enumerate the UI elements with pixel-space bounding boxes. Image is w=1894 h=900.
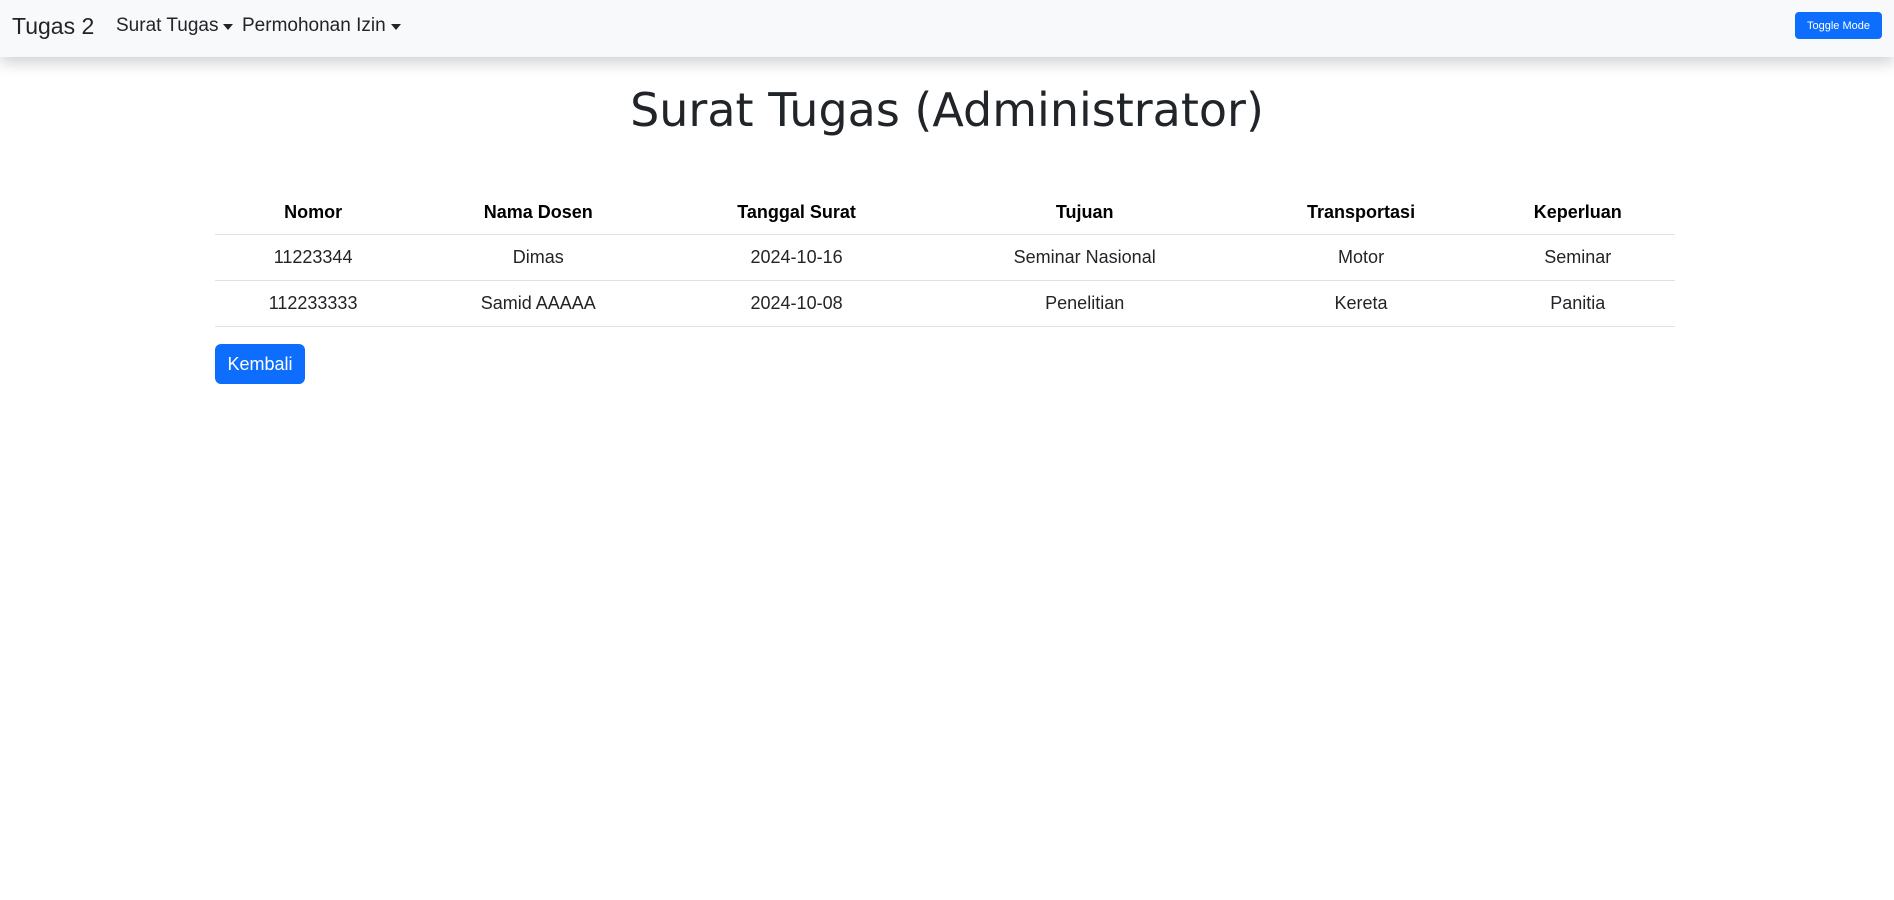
cell-keperluan: Panitia [1480,280,1675,327]
column-header-nomor: Nomor [215,191,412,235]
cell-keperluan: Seminar [1480,234,1675,281]
permohonan-izin-dropdown[interactable]: Permohonan Izin [242,14,401,38]
page-title: Surat Tugas (Administrator) [630,83,1264,137]
table-row: 11223344 Dimas 2024-10-16 Seminar Nasion… [215,234,1675,281]
cell-transportasi: Motor [1241,234,1481,281]
cell-nama-dosen: Samid AAAAA [411,280,666,327]
toggle-mode-button[interactable]: Toggle Mode [1795,12,1882,39]
table-row: 112233333 Samid AAAAA 2024-10-08 Penelit… [215,280,1675,327]
kembali-button[interactable]: Kembali [215,344,305,384]
column-header-transportasi: Transportasi [1241,191,1481,235]
cell-tujuan: Seminar Nasional [927,234,1242,281]
navbar: Tugas 2 Surat Tugas Permohonan Izin Togg… [0,0,1894,57]
navbar-brand[interactable]: Tugas 2 [12,12,94,40]
column-header-nama-dosen: Nama Dosen [411,191,666,235]
column-header-keperluan: Keperluan [1480,191,1675,235]
cell-nomor: 112233333 [215,280,412,327]
permohonan-izin-label: Permohonan Izin [242,15,386,36]
surat-tugas-table: Nomor Nama Dosen Tanggal Surat Tujuan Tr… [215,191,1675,327]
cell-transportasi: Kereta [1241,280,1481,327]
column-header-tanggal-surat: Tanggal Surat [665,191,928,235]
cell-tujuan: Penelitian [927,280,1242,327]
table-header-row: Nomor Nama Dosen Tanggal Surat Tujuan Tr… [215,191,1675,235]
cell-tanggal-surat: 2024-10-08 [665,280,928,327]
caret-down-icon [223,24,234,30]
surat-tugas-table-container: Nomor Nama Dosen Tanggal Surat Tujuan Tr… [215,191,1675,327]
surat-tugas-dropdown[interactable]: Surat Tugas [116,14,234,38]
cell-nama-dosen: Dimas [411,234,666,281]
column-header-tujuan: Tujuan [927,191,1242,235]
caret-down-icon [390,24,401,30]
cell-tanggal-surat: 2024-10-16 [665,234,928,281]
cell-nomor: 11223344 [215,234,412,281]
surat-tugas-label: Surat Tugas [116,15,219,36]
